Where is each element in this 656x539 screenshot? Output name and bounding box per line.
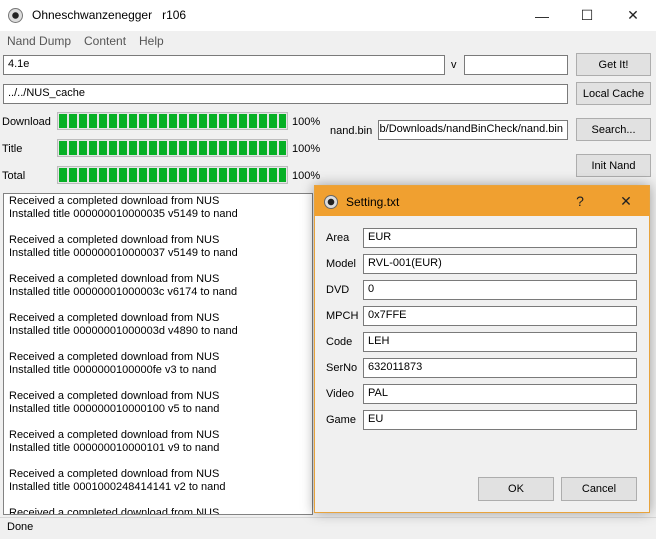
nandbin-path-text: lib/Downloads/nandBinCheck/nand.bin xyxy=(378,123,563,135)
setting-label-dvd: DVD xyxy=(326,284,350,296)
log-line-installed: Installed title 000000010000035 v5149 to… xyxy=(9,208,238,220)
log-line-received: Received a completed download from NUS xyxy=(9,273,220,285)
dialog-close-button[interactable]: ✕ xyxy=(609,186,643,216)
log-line-installed: Installed title 000000010000101 v9 to na… xyxy=(9,442,220,454)
log-entry: Received a completed download from NUS In… xyxy=(9,468,312,494)
maximize-button[interactable]: ☐ xyxy=(564,0,610,31)
log-line-received: Received a completed download from NUS xyxy=(9,312,220,324)
log-output[interactable]: Received a completed download from NUS In… xyxy=(3,193,313,515)
log-line-received: Received a completed download from NUS xyxy=(9,507,220,515)
log-entry: Received a completed download from NUS xyxy=(9,507,312,515)
download-percent: 100% xyxy=(292,116,321,128)
title-progress-fill xyxy=(59,141,286,155)
log-line-received: Received a completed download from NUS xyxy=(9,351,220,363)
log-line-installed: Installed title 00000001000003c v6174 to… xyxy=(9,286,238,298)
log-entry: Received a completed download from NUS In… xyxy=(9,390,312,416)
init-nand-button[interactable]: Init Nand xyxy=(576,154,651,177)
download-progress-fill xyxy=(59,114,286,128)
download-label: Download xyxy=(2,116,51,128)
log-line-received: Received a completed download from NUS xyxy=(9,468,220,480)
close-button[interactable]: ✕ xyxy=(610,0,656,31)
setting-field-code[interactable]: LEH xyxy=(363,332,637,352)
title-progress-bar xyxy=(57,139,288,157)
cancel-button[interactable]: Cancel xyxy=(561,477,637,501)
window-title: Ohneschwanzenegger r106 xyxy=(32,8,187,22)
log-line-received: Received a completed download from NUS xyxy=(9,390,220,402)
menu-nand-dump[interactable]: Nand Dump xyxy=(7,34,71,48)
dialog-app-icon xyxy=(324,195,338,209)
status-bar xyxy=(0,517,656,539)
setting-label-mpch: MPCH xyxy=(326,310,359,322)
cache-path-input[interactable]: ../../NUS_cache xyxy=(3,84,568,104)
settings-dialog: Setting.txt ? ✕ Area EUR Model RVL-001(EUR)… xyxy=(314,185,650,513)
menu-content[interactable]: Content xyxy=(84,34,126,48)
log-line-installed: Installed title 000000010000037 v5149 to… xyxy=(9,247,238,259)
setting-label-game: Game xyxy=(326,414,356,426)
log-list: Received a completed download from NUS In… xyxy=(4,194,312,515)
total-progress-bar xyxy=(57,166,288,184)
nandbin-path-input[interactable]: lib/Downloads/nandBinCheck/nand.bin xyxy=(378,120,568,140)
log-line-installed: Installed title 0001000248414141 v2 to n… xyxy=(9,481,226,493)
log-line-received: Received a completed download from NUS xyxy=(9,234,220,246)
setting-label-code: Code xyxy=(326,336,353,348)
log-entry: Received a completed download from NUS In… xyxy=(9,351,312,377)
v-label: v xyxy=(451,59,457,71)
total-percent: 100% xyxy=(292,170,321,182)
status-text: Done xyxy=(7,521,34,533)
v-input[interactable] xyxy=(464,55,568,75)
download-progress-bar xyxy=(57,112,288,130)
setting-label-serno: SerNo xyxy=(326,362,358,374)
setting-label-video: Video xyxy=(326,388,354,400)
ok-button[interactable]: OK xyxy=(478,477,554,501)
search-button[interactable]: Search... xyxy=(576,118,651,141)
log-entry: Received a completed download from NUS In… xyxy=(9,273,312,299)
nandbin-label: nand.bin xyxy=(330,125,373,137)
title-label: Title xyxy=(2,143,23,155)
help-button[interactable]: ? xyxy=(565,186,595,216)
setting-field-game[interactable]: EU xyxy=(363,410,637,430)
total-label: Total xyxy=(2,170,26,182)
title-percent: 100% xyxy=(292,143,321,155)
log-line-installed: Installed title 0000000100000fe v3 to na… xyxy=(9,364,217,376)
setting-label-model: Model xyxy=(326,258,356,270)
log-entry: Received a completed download from NUS In… xyxy=(9,234,312,260)
setting-field-video[interactable]: PAL xyxy=(363,384,637,404)
setting-field-dvd[interactable]: 0 xyxy=(363,280,637,300)
setting-field-area[interactable]: EUR xyxy=(363,228,637,248)
log-line-installed: Installed title 000000010000100 v5 to na… xyxy=(9,403,220,415)
total-progress-fill xyxy=(59,168,286,182)
minimize-button[interactable]: — xyxy=(519,0,565,31)
get-it-button[interactable]: Get It! xyxy=(576,53,651,76)
setting-field-model[interactable]: RVL-001(EUR) xyxy=(363,254,637,274)
log-line-received: Received a completed download from NUS xyxy=(9,195,220,207)
log-entry: Received a completed download from NUS In… xyxy=(9,429,312,455)
log-line-received: Received a completed download from NUS xyxy=(9,429,220,441)
setting-field-mpch[interactable]: 0x7FFE xyxy=(363,306,637,326)
local-cache-button[interactable]: Local Cache xyxy=(576,82,651,105)
log-entry: Received a completed download from NUS In… xyxy=(9,312,312,338)
setting-label-area: Area xyxy=(326,232,350,244)
menu-help[interactable]: Help xyxy=(139,34,164,48)
version-input[interactable]: 4.1e xyxy=(3,55,445,75)
dialog-title: Setting.txt xyxy=(346,195,400,209)
setting-field-serno[interactable]: 632011873 xyxy=(363,358,637,378)
log-line-installed: Installed title 00000001000003d v4890 to… xyxy=(9,325,238,337)
log-entry: Received a completed download from NUS In… xyxy=(9,195,312,221)
app-icon xyxy=(8,8,23,23)
